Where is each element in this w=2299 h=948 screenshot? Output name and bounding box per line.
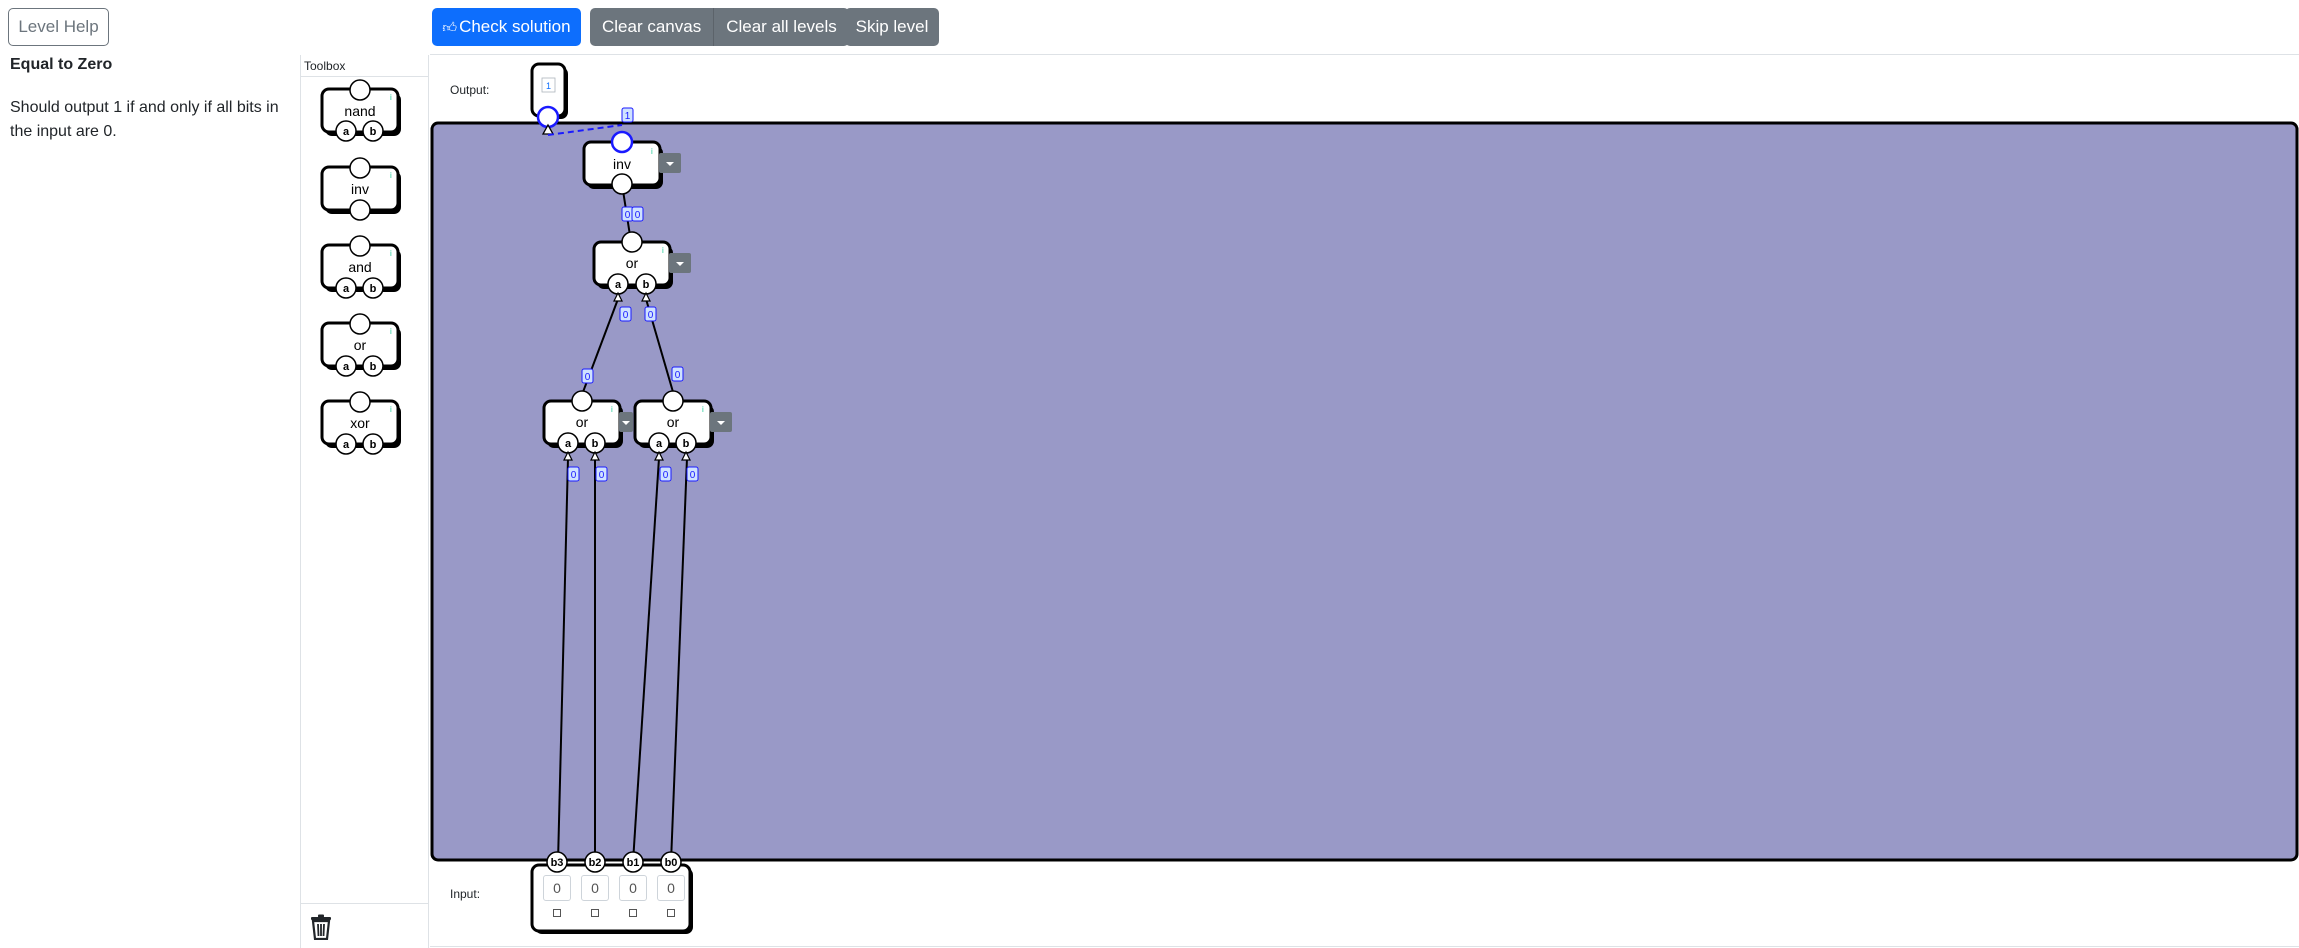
- info-icon: i: [662, 246, 664, 255]
- svg-text:0: 0: [675, 370, 681, 381]
- input-checkbox-b2[interactable]: [591, 909, 599, 917]
- wire-value-label: 0: [671, 366, 684, 382]
- pin-a-label: a: [343, 439, 350, 451]
- pin-b-label: b: [370, 126, 377, 138]
- toolbox-gate-or[interactable]: or a b i: [320, 313, 401, 377]
- info-icon: i: [390, 327, 392, 336]
- input-value-b1[interactable]: 0: [619, 875, 647, 901]
- svg-text:0: 0: [625, 210, 631, 221]
- wire-value-label: 0: [659, 466, 672, 482]
- svg-text:0: 0: [585, 372, 591, 383]
- pin-b-label: b: [683, 438, 690, 450]
- toolbox-gate-label: or: [354, 337, 367, 353]
- input-checkbox-b0[interactable]: [667, 909, 675, 917]
- pin-a-label: a: [343, 283, 350, 295]
- pin-b-label: b: [370, 361, 377, 373]
- info-icon: i: [390, 249, 392, 258]
- circuit-area[interactable]: [430, 121, 2299, 862]
- info-icon: i: [390, 93, 392, 102]
- toolbox-gate-xor[interactable]: xor a b i: [320, 391, 401, 455]
- input-pin-label: b2: [589, 857, 602, 869]
- pin-a-label: a: [565, 438, 572, 450]
- inv-input-pin[interactable]: [611, 173, 633, 195]
- svg-text:0: 0: [623, 310, 629, 321]
- input-pin-label: b0: [665, 857, 678, 869]
- input-checkbox-b1[interactable]: [629, 909, 637, 917]
- input-pin-label: b3: [551, 857, 564, 869]
- wire-value-label: 0: [686, 466, 699, 482]
- wire-value-label: 0: [619, 306, 632, 322]
- toolbox-gate-and[interactable]: and a b i: [320, 235, 401, 299]
- circuit-board: nand a b i inv i and a b i or a b i xor …: [320, 62, 2299, 934]
- wire-value-label: 0: [595, 466, 608, 482]
- input-pin-label: b1: [627, 857, 640, 869]
- info-icon: i: [390, 171, 392, 180]
- toolbox-gate-label: nand: [344, 103, 375, 119]
- toolbox-gate-label: inv: [351, 181, 369, 197]
- toolbox-gate-nand[interactable]: nand a b i: [320, 79, 401, 142]
- pin-b-label: b: [370, 283, 377, 295]
- input-value-b2[interactable]: 0: [581, 875, 609, 901]
- svg-text:0: 0: [663, 470, 669, 481]
- pin-a-label: a: [656, 438, 663, 450]
- wire-value-label: 0: [621, 206, 634, 222]
- pin-a-label: a: [343, 361, 350, 373]
- output-value: 1: [546, 81, 551, 91]
- info-icon: i: [702, 405, 704, 414]
- input-checkbox-b3[interactable]: [553, 909, 561, 917]
- pin-b-label: b: [643, 279, 650, 291]
- wire-value-label: 0: [631, 206, 644, 222]
- or-right-output-pin[interactable]: [662, 390, 684, 412]
- svg-text:0: 0: [635, 210, 641, 221]
- svg-text:1: 1: [625, 111, 631, 122]
- wire-value-label: 1: [621, 107, 634, 123]
- pin-b-label: b: [592, 438, 599, 450]
- inv-output-pin[interactable]: [610, 130, 634, 154]
- svg-text:0: 0: [599, 470, 605, 481]
- or-top-label: or: [626, 255, 639, 271]
- pin-a-label: a: [615, 279, 622, 291]
- wire-value-label: 0: [567, 466, 580, 482]
- inv-gate-label: inv: [613, 156, 631, 172]
- or-left-label: or: [576, 414, 589, 430]
- pin-b-label: b: [370, 439, 377, 451]
- info-icon: i: [390, 405, 392, 414]
- svg-text:0: 0: [690, 470, 696, 481]
- wire-value-label: 0: [644, 306, 657, 322]
- input-value-b0[interactable]: 0: [657, 875, 685, 901]
- svg-text:0: 0: [648, 310, 654, 321]
- toolbox-gate-label: and: [348, 259, 371, 275]
- input-value-b3[interactable]: 0: [543, 875, 571, 901]
- toolbox-gate-inv[interactable]: inv i: [320, 157, 401, 221]
- info-icon: i: [651, 147, 653, 156]
- svg-text:0: 0: [571, 470, 577, 481]
- wire-value-label: 0: [581, 368, 594, 384]
- or-top-output-pin[interactable]: [621, 231, 643, 253]
- toolbox-gate-label: xor: [350, 415, 370, 431]
- info-icon: i: [611, 405, 613, 414]
- or-left-output-pin[interactable]: [571, 390, 593, 412]
- or-right-label: or: [667, 414, 680, 430]
- pin-a-label: a: [343, 126, 350, 138]
